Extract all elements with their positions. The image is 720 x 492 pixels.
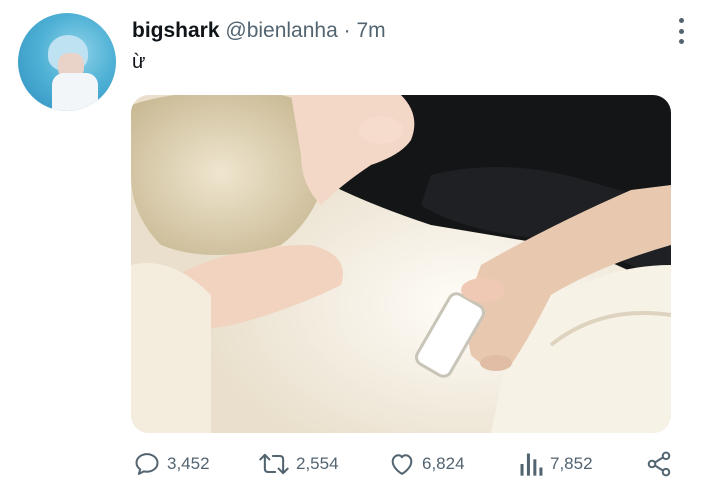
- like-button[interactable]: 6,824: [388, 446, 465, 482]
- avatar[interactable]: [18, 13, 116, 111]
- share-button[interactable]: [645, 446, 673, 482]
- reply-icon: [135, 453, 159, 475]
- more-dot: [678, 28, 684, 34]
- tweet-header: bigshark @bienlanha · 7m: [132, 18, 386, 44]
- tweet-text: ừ: [132, 51, 146, 73]
- retweet-icon: [259, 453, 289, 475]
- tweet-photo[interactable]: [131, 95, 671, 433]
- avatar-shirt: [52, 73, 98, 111]
- retweet-button[interactable]: 2,554: [258, 446, 339, 482]
- more-vertical-icon[interactable]: [672, 18, 690, 44]
- display-name[interactable]: bigshark: [132, 19, 220, 42]
- separator: ·: [343, 19, 351, 42]
- reply-button[interactable]: 3,452: [133, 446, 210, 482]
- retweet-count: 2,554: [296, 454, 339, 473]
- bar-chart-icon: [520, 453, 543, 476]
- heart-icon: [391, 454, 413, 475]
- more-dot: [678, 39, 684, 44]
- photo-illustration: [131, 95, 671, 433]
- action-bar: 3,452 2,554 6,824 7,852: [0, 446, 720, 482]
- views-button[interactable]: 7,852: [518, 446, 593, 482]
- more-dot: [678, 18, 684, 23]
- views-count: 7,852: [550, 454, 593, 473]
- timestamp[interactable]: 7m: [356, 19, 385, 42]
- like-count: 6,824: [422, 454, 465, 473]
- user-handle[interactable]: @bienlanha: [225, 19, 337, 42]
- reply-count: 3,452: [167, 454, 210, 473]
- share-icon: [647, 451, 671, 477]
